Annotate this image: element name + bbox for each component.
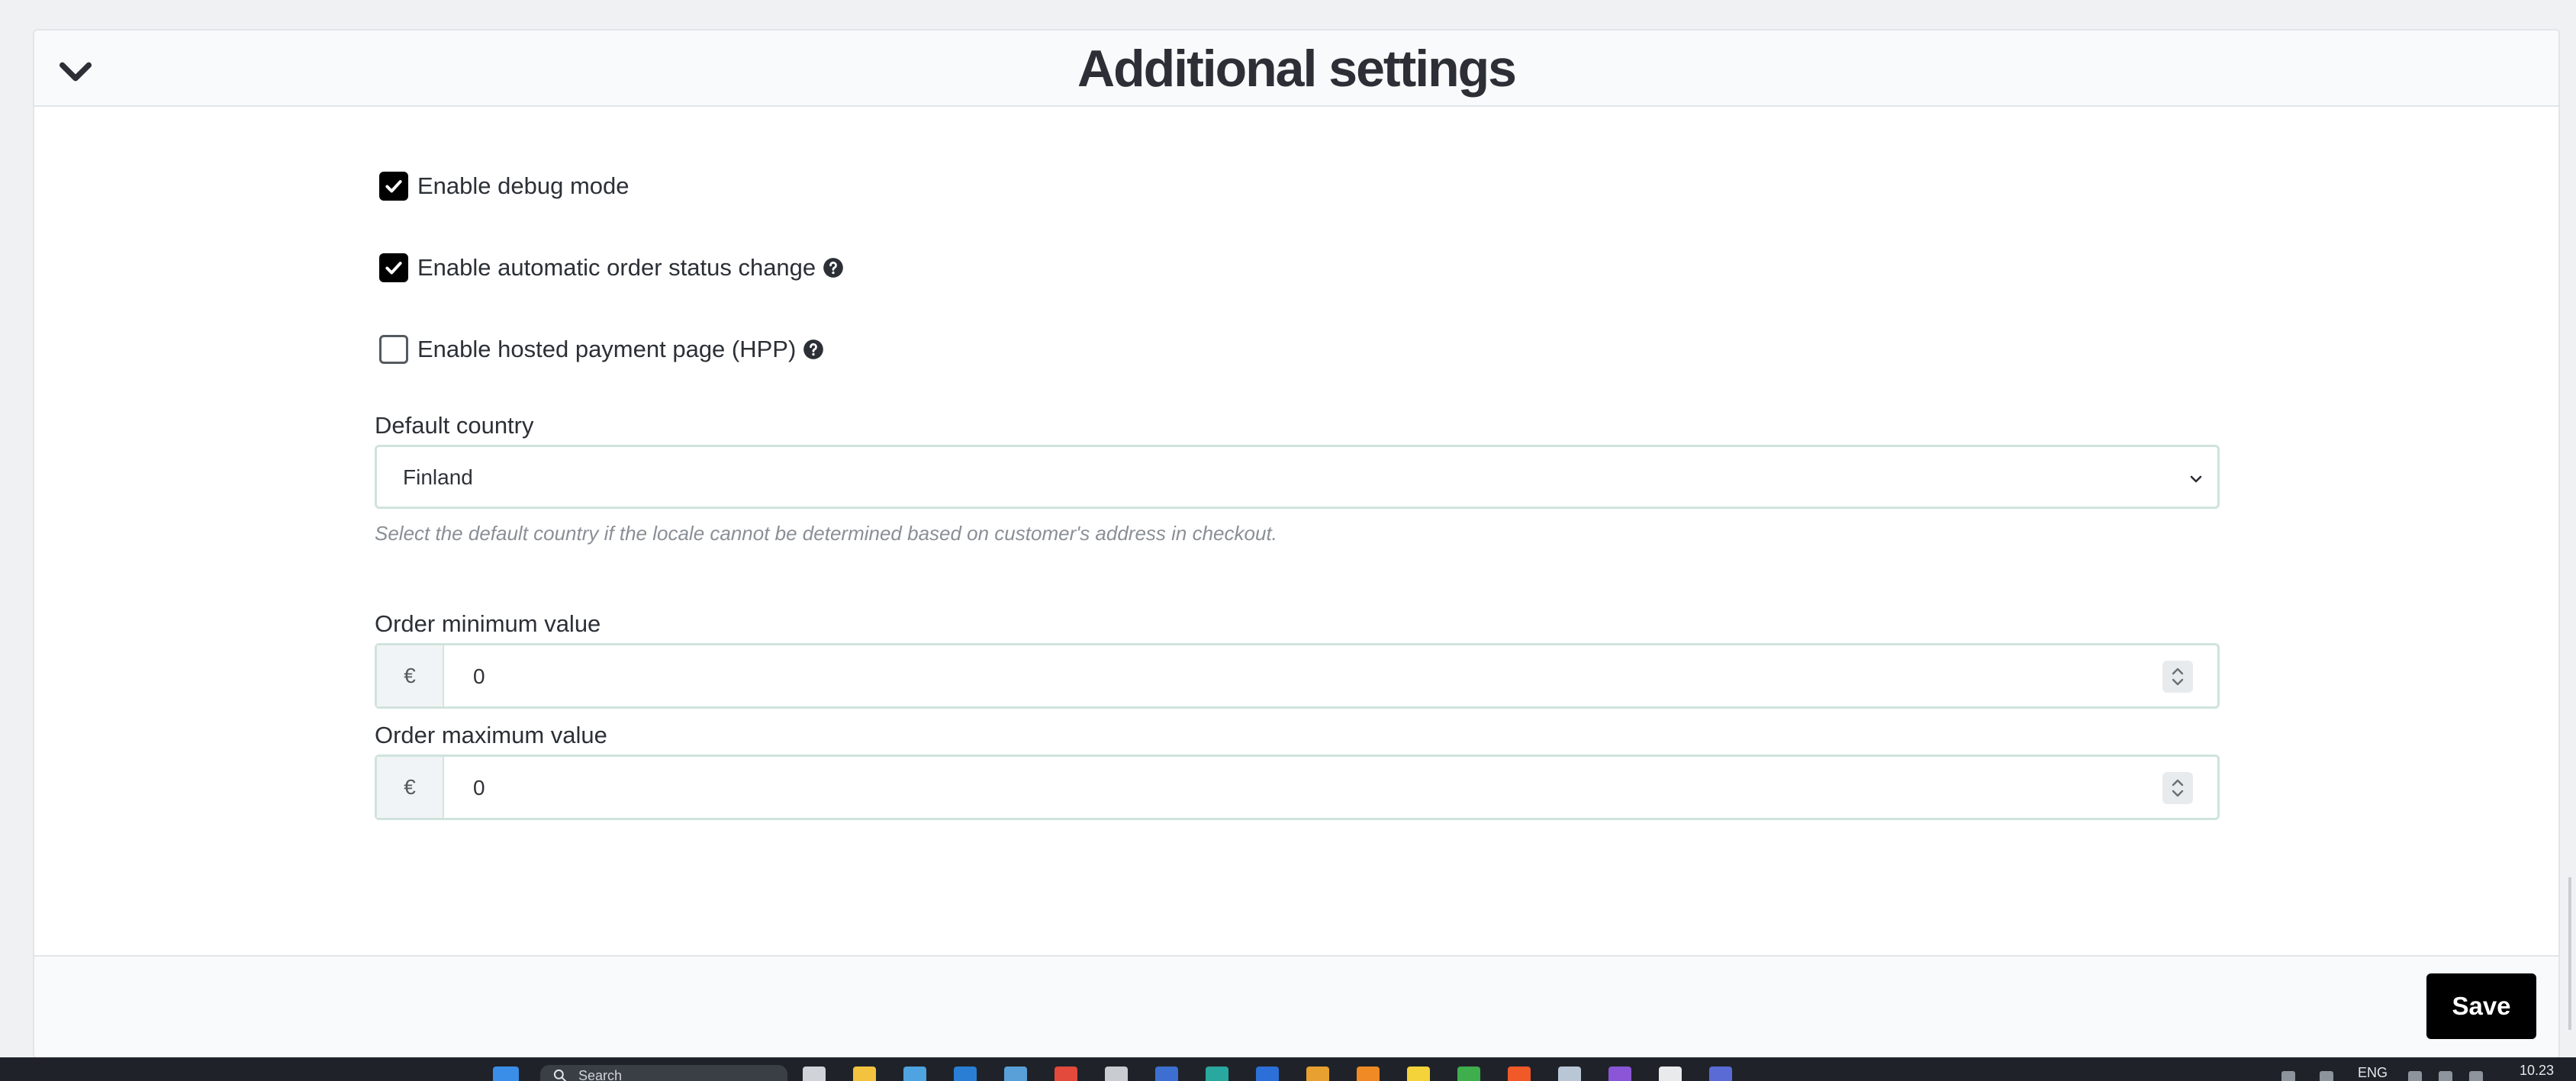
os-taskbar bbox=[0, 1057, 2576, 1081]
save-button[interactable]: Save bbox=[2426, 973, 2536, 1039]
chrome-icon[interactable] bbox=[1055, 1067, 1077, 1081]
app-icon[interactable] bbox=[1508, 1067, 1531, 1081]
hosted-payment-page-label[interactable]: Enable hosted payment page (HPP) bbox=[417, 336, 796, 363]
battery-icon[interactable] bbox=[2469, 1071, 2483, 1081]
checkmark-icon bbox=[385, 180, 402, 193]
clock[interactable]: 10.23 bbox=[2520, 1063, 2554, 1079]
auto-order-status-label[interactable]: Enable automatic order status change bbox=[417, 254, 816, 282]
app-icon[interactable] bbox=[1105, 1067, 1128, 1081]
default-country-value: Finland bbox=[403, 465, 473, 489]
app-icon[interactable] bbox=[1155, 1067, 1178, 1081]
default-country-help-text: Select the default country if the locale… bbox=[375, 522, 1277, 545]
order-minimum-input[interactable]: 0 bbox=[473, 664, 485, 689]
app-icon[interactable] bbox=[1457, 1067, 1480, 1081]
app-icon[interactable] bbox=[1306, 1067, 1329, 1081]
order-minimum-input-group[interactable]: € 0 bbox=[375, 643, 2220, 709]
app-icon[interactable] bbox=[1357, 1067, 1380, 1081]
taskbar-search[interactable]: Search bbox=[540, 1065, 787, 1081]
vscode-icon[interactable] bbox=[954, 1067, 977, 1081]
checkmark-icon bbox=[385, 262, 402, 275]
file-explorer-icon[interactable] bbox=[853, 1067, 876, 1081]
taskbar-search-text: Search bbox=[578, 1068, 623, 1081]
sticky-notes-icon[interactable] bbox=[1407, 1067, 1430, 1081]
wifi-icon[interactable] bbox=[2408, 1071, 2422, 1081]
order-maximum-label: Order maximum value bbox=[375, 722, 607, 748]
currency-addon: € bbox=[377, 757, 444, 818]
order-maximum-input[interactable]: 0 bbox=[473, 776, 485, 800]
option-hosted-payment-page[interactable]: Enable hosted payment page (HPP) bbox=[379, 333, 824, 366]
spinner-arrows-icon[interactable] bbox=[2162, 772, 2193, 804]
edge-icon[interactable] bbox=[1206, 1067, 1228, 1081]
default-country-label: Default country bbox=[375, 412, 534, 439]
calculator-icon[interactable] bbox=[903, 1067, 926, 1081]
default-country-select[interactable]: Finland bbox=[375, 445, 2220, 509]
panel-footer bbox=[34, 955, 2558, 1057]
language-indicator[interactable]: ENG bbox=[2358, 1065, 2388, 1081]
debug-mode-label[interactable]: Enable debug mode bbox=[417, 172, 630, 200]
app-icon[interactable] bbox=[1256, 1067, 1279, 1081]
debug-mode-checkbox[interactable] bbox=[379, 172, 408, 201]
start-icon[interactable] bbox=[493, 1067, 519, 1081]
question-circle-icon[interactable] bbox=[823, 257, 844, 278]
task-view-icon[interactable] bbox=[803, 1067, 826, 1081]
order-maximum-spinner[interactable] bbox=[2162, 772, 2193, 804]
question-circle-icon[interactable] bbox=[803, 339, 824, 360]
visual-studio-icon[interactable] bbox=[1608, 1067, 1631, 1081]
order-minimum-spinner[interactable] bbox=[2162, 661, 2193, 693]
app-icon[interactable] bbox=[1558, 1067, 1581, 1081]
chevron-down-icon bbox=[2190, 475, 2202, 483]
app-icon[interactable] bbox=[1659, 1067, 1682, 1081]
order-maximum-input-group[interactable]: € 0 bbox=[375, 754, 2220, 820]
calendar-icon[interactable] bbox=[1004, 1067, 1027, 1081]
panel-header[interactable]: Additional settings bbox=[34, 31, 2558, 107]
hosted-payment-page-checkbox[interactable] bbox=[379, 335, 408, 364]
tray-app-icon[interactable] bbox=[2320, 1071, 2333, 1081]
spinner-arrows-icon[interactable] bbox=[2162, 661, 2193, 693]
option-debug-mode[interactable]: Enable debug mode bbox=[379, 169, 630, 203]
auto-order-status-checkbox[interactable] bbox=[379, 253, 408, 282]
tray-chevron-icon[interactable] bbox=[2281, 1071, 2295, 1081]
option-auto-order-status[interactable]: Enable automatic order status change bbox=[379, 251, 844, 285]
panel-title: Additional settings bbox=[1077, 40, 1517, 98]
search-icon bbox=[553, 1069, 567, 1081]
currency-addon: € bbox=[377, 645, 444, 706]
volume-icon[interactable] bbox=[2439, 1071, 2452, 1081]
order-minimum-label: Order minimum value bbox=[375, 610, 601, 637]
teams-icon[interactable] bbox=[1709, 1067, 1732, 1081]
scrollbar-thumb[interactable] bbox=[2568, 877, 2571, 1030]
